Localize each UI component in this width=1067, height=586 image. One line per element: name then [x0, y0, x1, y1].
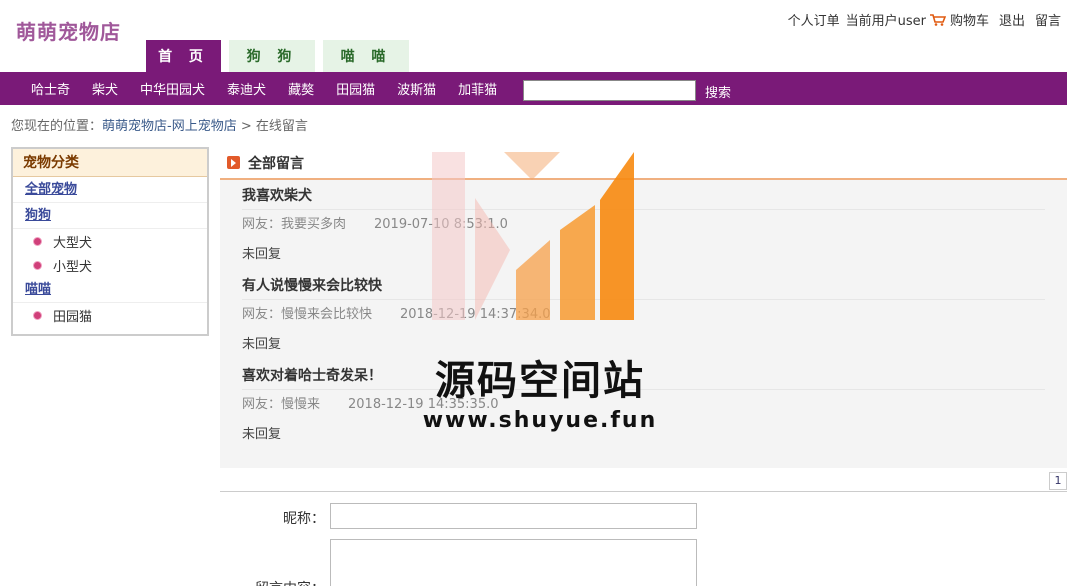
bullet-icon	[33, 260, 42, 270]
site-logo[interactable]: 萌萌宠物店	[16, 16, 121, 45]
sidebar-item-cats[interactable]: 喵喵	[13, 277, 207, 303]
message-author: 网友：慢慢来	[242, 397, 321, 412]
sidebar-item-label: 大型犬	[53, 235, 93, 251]
nav-item-teddy[interactable]: 泰迪犬	[227, 79, 266, 98]
message-author: 网友：我要买多肉	[242, 217, 347, 232]
breadcrumb-site-link[interactable]: 萌萌宠物店-网上宠物店	[102, 119, 237, 134]
tab-home[interactable]: 首 页	[146, 40, 221, 72]
sidebar-item-label: 小型犬	[53, 259, 93, 275]
nav-item-husky[interactable]: 哈士奇	[31, 79, 70, 98]
arrow-right-icon	[227, 156, 240, 169]
message-author: 网友：慢慢来会比较快	[242, 307, 373, 322]
message-content-textarea[interactable]	[330, 539, 697, 586]
message-reply: 未回复	[242, 337, 282, 352]
list-item: 我喜欢柴犬 网友：我要买多肉 2019-07-10 8:53:1.0 未回复	[220, 180, 1067, 270]
panel-header: 全部留言	[220, 147, 1067, 180]
breadcrumb-separator: >	[236, 119, 256, 134]
list-item: 有人说慢慢来会比较快 网友：慢慢来会比较快 2018-12-19 14:37:34…	[220, 270, 1067, 360]
message-list: 我喜欢柴犬 网友：我要买多肉 2019-07-10 8:53:1.0 未回复 有人…	[220, 180, 1067, 468]
tab-cats[interactable]: 喵 喵	[323, 40, 409, 72]
category-navbar: 哈士奇 柴犬 中华田园犬 泰迪犬 藏獒 田园猫 波斯猫 加菲猫 搜索	[0, 72, 1067, 105]
panel-title: 全部留言	[248, 155, 304, 172]
nav-item-shiba[interactable]: 柴犬	[92, 79, 118, 98]
sidebar-item-dogs[interactable]: 狗狗	[13, 203, 207, 229]
bullet-icon	[33, 236, 42, 246]
sidebar-title: 宠物分类	[13, 149, 207, 177]
search-button[interactable]: 搜索	[705, 82, 731, 101]
message-time: 2018-12-19 14:35:35.0	[348, 397, 499, 412]
nav-item-chinese-dog[interactable]: 中华田园犬	[140, 79, 205, 98]
breadcrumb: 您现在的位置：萌萌宠物店-网上宠物店 > 在线留言	[11, 115, 308, 134]
category-sidebar: 宠物分类 全部宠物 狗狗 大型犬 小型犬 喵喵 田园猫	[11, 147, 209, 336]
breadcrumb-prefix: 您现在的位置：	[11, 119, 103, 134]
nav-item-persian[interactable]: 波斯猫	[397, 79, 436, 98]
sidebar-item-all[interactable]: 全部宠物	[13, 177, 207, 203]
message-title: 有人说慢慢来会比较快	[242, 270, 1045, 300]
list-item: 喜欢对着哈士奇发呆！ 网友：慢慢来 2018-12-19 14:35:35.0 未…	[220, 360, 1067, 450]
page-number[interactable]: 1	[1049, 472, 1067, 490]
nav-item-garfield[interactable]: 加菲猫	[458, 79, 497, 98]
nav-item-mastiff[interactable]: 藏獒	[288, 79, 314, 98]
sidebar-item-garden-cat[interactable]: 田园猫	[13, 303, 207, 327]
nick-label: 昵称：	[283, 511, 325, 527]
message-link[interactable]: 留言	[1035, 10, 1061, 29]
message-meta: 网友：慢慢来会比较快 2018-12-19 14:37:34.0	[242, 300, 1045, 330]
main-tabs: 首 页 狗 狗 喵 喵	[146, 40, 417, 72]
search-input[interactable]	[523, 80, 696, 101]
top-links: 个人订单 当前用户user 购物车 退出 留言	[778, 10, 1061, 29]
nickname-input[interactable]	[330, 503, 697, 529]
message-reply: 未回复	[242, 427, 282, 442]
message-time: 2018-12-19 14:37:34.0	[400, 307, 551, 322]
current-user-label: 当前用户user	[845, 14, 926, 29]
content-label: 留言内容：	[255, 578, 325, 586]
message-reply: 未回复	[242, 247, 282, 262]
message-time: 2019-07-10 8:53:1.0	[374, 217, 508, 232]
message-title: 喜欢对着哈士奇发呆！	[242, 360, 1045, 390]
sidebar-item-large-dog[interactable]: 大型犬	[13, 229, 207, 253]
message-title: 我喜欢柴犬	[242, 180, 1045, 210]
orders-link[interactable]: 个人订单	[788, 10, 840, 29]
logout-link[interactable]: 退出	[999, 10, 1025, 29]
cart-icon[interactable]	[929, 13, 946, 26]
cart-link[interactable]: 购物车	[950, 10, 989, 29]
tab-dogs[interactable]: 狗 狗	[229, 40, 315, 72]
divider	[220, 491, 1067, 492]
message-meta: 网友：我要买多肉 2019-07-10 8:53:1.0	[242, 210, 1045, 240]
breadcrumb-current: 在线留言	[255, 119, 308, 134]
bullet-icon	[33, 310, 42, 320]
sidebar-item-label: 田园猫	[53, 309, 93, 325]
message-meta: 网友：慢慢来 2018-12-19 14:35:35.0	[242, 390, 1045, 420]
nav-item-garden-cat[interactable]: 田园猫	[336, 79, 375, 98]
sidebar-item-small-dog[interactable]: 小型犬	[13, 253, 207, 277]
